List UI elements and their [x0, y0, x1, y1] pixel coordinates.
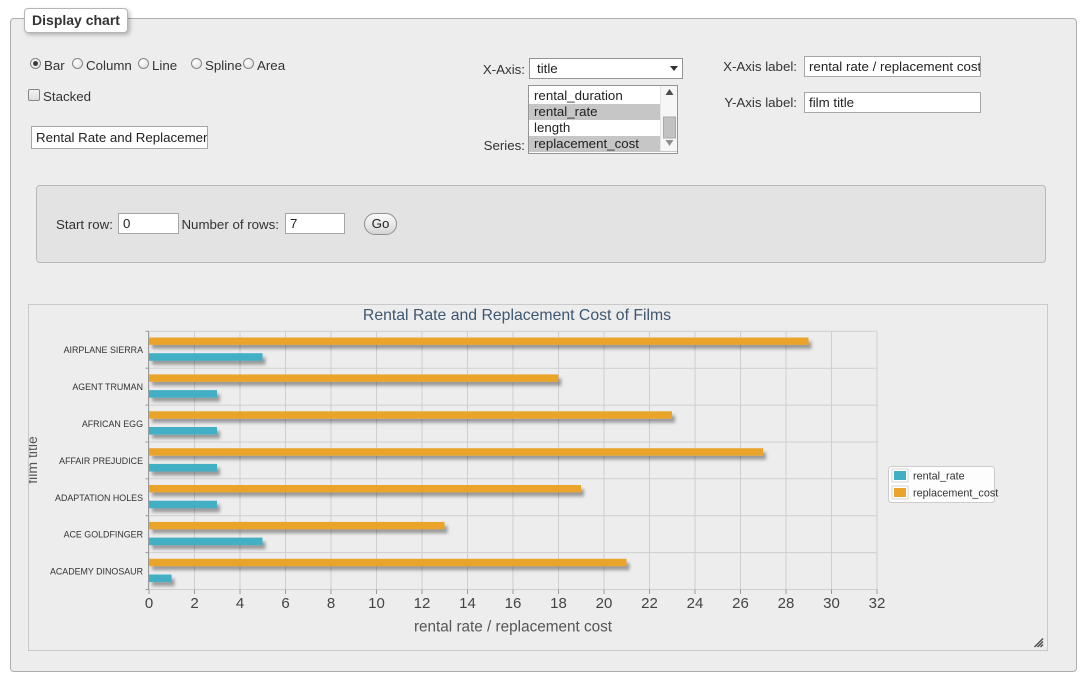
svg-text:16: 16	[505, 595, 522, 612]
svg-text:10: 10	[368, 595, 385, 612]
svg-text:4: 4	[236, 595, 244, 612]
svg-text:24: 24	[687, 595, 704, 612]
svg-text:22: 22	[641, 595, 658, 612]
svg-text:AIRPLANE SIERRA: AIRPLANE SIERRA	[64, 345, 143, 355]
svg-text:28: 28	[778, 595, 795, 612]
svg-text:ADAPTATION HOLES: ADAPTATION HOLES	[55, 493, 143, 503]
svg-text:ACADEMY DINOSAUR: ACADEMY DINOSAUR	[50, 567, 143, 577]
svg-text:rental_rate: rental_rate	[913, 471, 965, 483]
svg-text:0: 0	[145, 595, 153, 612]
svg-text:ACE GOLDFINGER: ACE GOLDFINGER	[64, 530, 143, 540]
svg-text:rental rate / replacement cost: rental rate / replacement cost	[414, 619, 613, 636]
svg-text:18: 18	[550, 595, 567, 612]
svg-text:14: 14	[459, 595, 476, 612]
svg-text:replacement_cost: replacement_cost	[913, 488, 998, 500]
svg-text:30: 30	[823, 595, 840, 612]
svg-text:6: 6	[281, 595, 289, 612]
svg-text:Rental Rate and Replacement Co: Rental Rate and Replacement Cost of Film…	[363, 307, 671, 324]
svg-text:AFRICAN EGG: AFRICAN EGG	[82, 419, 143, 429]
svg-text:2: 2	[190, 595, 198, 612]
svg-text:film title: film title	[29, 436, 40, 484]
svg-text:AFFAIR PREJUDICE: AFFAIR PREJUDICE	[59, 456, 143, 466]
svg-text:AGENT TRUMAN: AGENT TRUMAN	[72, 382, 143, 392]
svg-text:12: 12	[414, 595, 431, 612]
svg-text:8: 8	[327, 595, 335, 612]
svg-text:26: 26	[732, 595, 749, 612]
svg-text:20: 20	[596, 595, 613, 612]
svg-text:32: 32	[869, 595, 886, 612]
